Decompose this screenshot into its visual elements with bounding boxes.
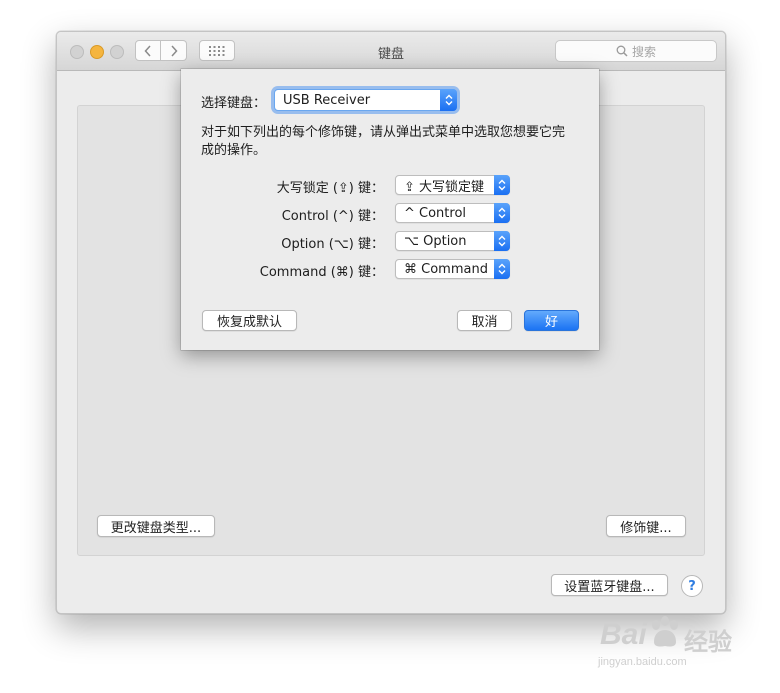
watermark-url: jingyan.baidu.com bbox=[598, 656, 687, 668]
modifier-keys-button[interactable]: 修饰键... bbox=[606, 515, 686, 537]
command-label: Command (⌘) 键： bbox=[259, 265, 384, 280]
caps-lock-select[interactable]: ⇪ 大写锁定键 bbox=[395, 175, 510, 195]
keyboard-select[interactable]: USB Receiver bbox=[274, 89, 457, 111]
option-select[interactable]: ⌥ Option bbox=[395, 231, 510, 251]
updown-arrows-icon bbox=[494, 259, 510, 279]
search-icon bbox=[616, 45, 628, 57]
baidu-watermark: Bai 经验 jingyan.baidu.com bbox=[590, 612, 770, 682]
updown-arrows-icon bbox=[440, 89, 457, 111]
instructions-line-1: 对于如下列出的每个修饰键，请从弹出式菜单中选取您想要它完 bbox=[201, 125, 566, 140]
paw-icon bbox=[652, 616, 678, 647]
change-keyboard-type-button[interactable]: 更改键盘类型... bbox=[97, 515, 215, 537]
watermark-brand-cn: 经验 bbox=[684, 629, 732, 656]
command-select[interactable]: ⌘ Command bbox=[395, 259, 510, 279]
option-value: ⌥ Option bbox=[404, 233, 467, 249]
setup-bluetooth-keyboard-button[interactable]: 设置蓝牙键盘... bbox=[551, 574, 668, 596]
command-value: ⌘ Command bbox=[404, 261, 488, 277]
caps-lock-value: ⇪ 大写锁定键 bbox=[404, 179, 485, 195]
title-bar: 键盘 搜索 bbox=[57, 32, 725, 71]
instructions-text: 对于如下列出的每个修饰键，请从弹出式菜单中选取您想要它完 成的操作。 bbox=[201, 124, 565, 160]
restore-defaults-button[interactable]: 恢复成默认 bbox=[202, 310, 297, 331]
option-label: Option (⌥) 键： bbox=[281, 237, 384, 252]
modifier-keys-sheet: 选择键盘： USB Receiver 对于如下列出的每个修饰键，请从弹出式菜单中… bbox=[181, 69, 599, 350]
cancel-button[interactable]: 取消 bbox=[457, 310, 512, 331]
watermark-brand: Bai bbox=[600, 618, 647, 651]
instructions-line-2: 成的操作。 bbox=[201, 143, 267, 158]
help-button[interactable]: ? bbox=[681, 575, 703, 597]
updown-arrows-icon bbox=[494, 231, 510, 251]
control-select[interactable]: ^ Control bbox=[395, 203, 510, 223]
updown-arrows-icon bbox=[494, 175, 510, 195]
caps-lock-label: 大写锁定 (⇪) 键： bbox=[276, 181, 384, 196]
search-placeholder: 搜索 bbox=[631, 44, 656, 59]
keyboard-select-value: USB Receiver bbox=[283, 92, 371, 108]
control-label: Control (^) 键： bbox=[281, 209, 384, 224]
search-input[interactable]: 搜索 bbox=[555, 40, 717, 62]
updown-arrows-icon bbox=[494, 203, 510, 223]
control-value: ^ Control bbox=[404, 205, 467, 221]
select-keyboard-label: 选择键盘： bbox=[201, 96, 267, 111]
ok-button[interactable]: 好 bbox=[524, 310, 579, 331]
